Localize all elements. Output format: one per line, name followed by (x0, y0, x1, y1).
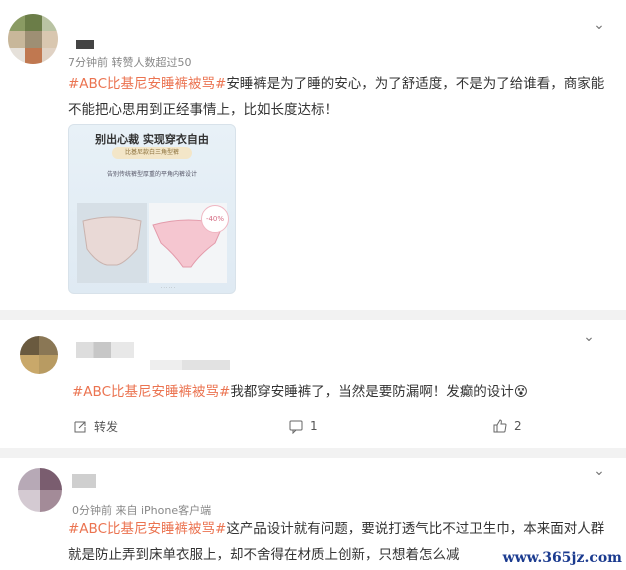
comment-icon (289, 420, 303, 434)
post-image[interactable]: 别出心裁 实现穿衣自由 比基尼款白三角型裤 告别传统裤型厚重的平角内裤设计 -4… (68, 124, 236, 294)
discount-badge: -40% (201, 205, 229, 233)
comment-count: 1 (310, 419, 318, 433)
image-subtitle: 告别传统裤型厚重的平角内裤设计 (106, 171, 197, 178)
divider (0, 310, 626, 320)
thumbs-up-icon (493, 419, 507, 433)
avatar[interactable] (8, 14, 58, 64)
share-label: 转发 (94, 420, 119, 434)
share-button[interactable]: 转发 (72, 418, 118, 435)
username-redacted[interactable] (72, 474, 96, 488)
username-redacted[interactable] (76, 40, 94, 49)
product-photo-left (77, 203, 147, 283)
comment-card-2: ⌄ #ABC比基尼安睡裤被骂#我都穿安睡裤了，当然是要防漏啊！发癫的设计😵 转发… (0, 320, 626, 448)
post-meta: 7分钟前 转赞人数超过50 (68, 56, 192, 69)
hashtag-link[interactable]: #ABC比基尼安睡裤被骂# (72, 384, 230, 400)
meta-redacted (150, 360, 230, 370)
chevron-down-icon[interactable]: ⌄ (590, 462, 608, 480)
username-redacted[interactable] (76, 342, 134, 358)
image-headline: 别出心裁 实现穿衣自由 (95, 133, 209, 146)
chevron-down-icon[interactable]: ⌄ (590, 16, 608, 34)
post-text: #ABC比基尼安睡裤被骂#安睡裤是为了睡的安心，为了舒适度，不是为了给谁看，商家… (68, 71, 608, 123)
share-icon (74, 421, 86, 432)
comment-button[interactable]: 1 (288, 418, 318, 434)
image-pill: 比基尼款白三角型裤 (112, 147, 192, 159)
comment-body: 我都穿安睡裤了，当然是要防漏啊！发癫的设计 (230, 384, 514, 400)
divider (0, 448, 626, 458)
like-count: 2 (514, 419, 522, 433)
hashtag-link[interactable]: #ABC比基尼安睡裤被骂# (68, 521, 226, 537)
comment-card-1: 7分钟前 转赞人数超过50 ⌄ #ABC比基尼安睡裤被骂#安睡裤是为了睡的安心，… (0, 0, 626, 310)
like-button[interactable]: 2 (492, 418, 522, 434)
hashtag-link[interactable]: #ABC比基尼安睡裤被骂# (68, 76, 226, 92)
watermark: www.365jz.com (502, 550, 622, 566)
image-footnote: · · · · · · (161, 285, 175, 290)
chevron-down-icon[interactable]: ⌄ (580, 328, 598, 346)
briefs-illustration-left (82, 216, 142, 266)
emoji: 😵 (513, 384, 528, 400)
avatar[interactable] (20, 336, 58, 374)
comment-text: #ABC比基尼安睡裤被骂#我都穿安睡裤了，当然是要防漏啊！发癫的设计😵 (72, 379, 592, 405)
avatar[interactable] (18, 468, 62, 512)
